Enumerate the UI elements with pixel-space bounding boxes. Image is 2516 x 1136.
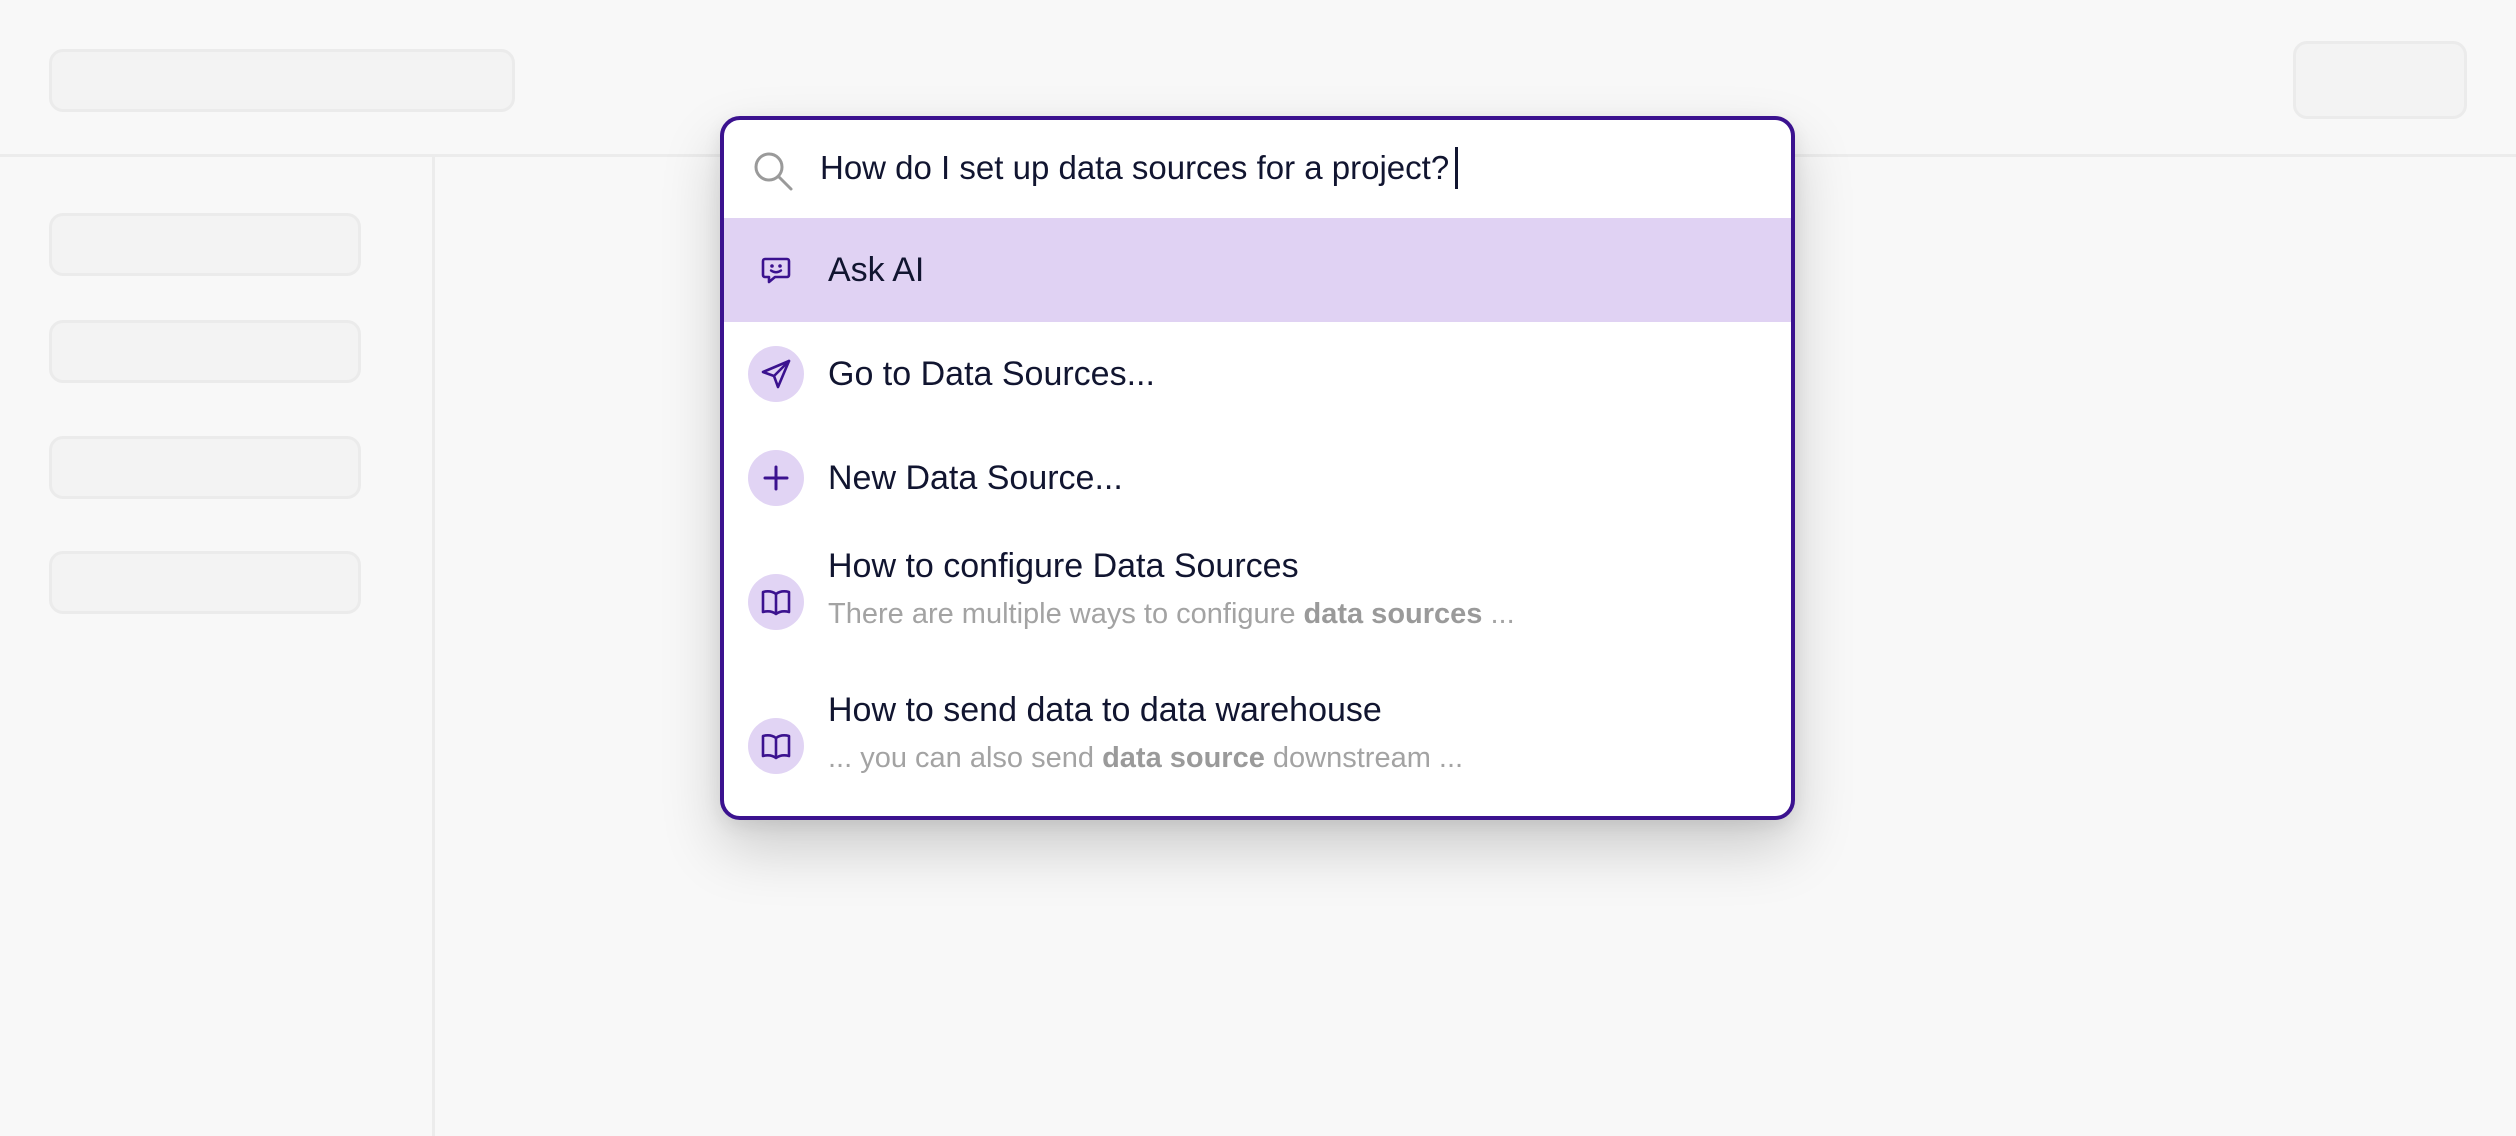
search-input-value: How do I set up data sources for a proje… [820, 149, 1450, 186]
result-title: New Data Source... [828, 459, 1123, 497]
result-go-to-data-sources[interactable]: Go to Data Sources... [724, 322, 1791, 426]
search-icon [754, 152, 793, 191]
snippet-text: There are multiple ways to configure [828, 598, 1304, 630]
search-row[interactable]: How do I set up data sources for a proje… [724, 120, 1791, 218]
result-snippet: There are multiple ways to configure dat… [828, 596, 1515, 632]
result-ask-ai[interactable]: Ask AI [724, 218, 1791, 322]
plus-icon [748, 450, 804, 506]
book-icon [748, 574, 804, 630]
app-window: How do I set up data sources for a proje… [0, 0, 2516, 1136]
result-new-data-source[interactable]: New Data Source... [724, 426, 1791, 530]
navigate-arrow-icon [748, 346, 804, 402]
text-caret [1455, 147, 1459, 189]
book-icon [748, 718, 804, 774]
sidebar-item-placeholder [49, 551, 361, 614]
sidebar-divider [432, 157, 435, 1136]
snippet-highlight: data sources [1303, 598, 1483, 630]
header-action-placeholder [2293, 41, 2467, 119]
result-title: How to send data to data warehouse [828, 691, 1382, 729]
snippet-text: downstream ... [1264, 742, 1464, 774]
header-placeholder [49, 49, 515, 112]
snippet-highlight: data source [1102, 742, 1265, 774]
result-doc-send-data-warehouse[interactable]: How to send data to data warehouse ... y… [724, 674, 1791, 816]
snippet-text: ... [1482, 598, 1515, 630]
snippet-text: ... you can also send [828, 742, 1103, 774]
command-palette: How do I set up data sources for a proje… [720, 116, 1795, 820]
result-title: Go to Data Sources... [828, 355, 1155, 393]
result-snippet: ... you can also send data source downst… [828, 740, 1463, 776]
search-input[interactable]: How do I set up data sources for a proje… [820, 146, 1459, 190]
sidebar-item-placeholder [49, 436, 361, 499]
sidebar-item-placeholder [49, 320, 361, 383]
sidebar-item-placeholder [49, 213, 361, 276]
result-title: Ask AI [828, 251, 925, 289]
result-title: How to configure Data Sources [828, 547, 1299, 585]
result-doc-configure-data-sources[interactable]: How to configure Data Sources There are … [724, 530, 1791, 674]
chat-bot-icon [748, 242, 804, 298]
